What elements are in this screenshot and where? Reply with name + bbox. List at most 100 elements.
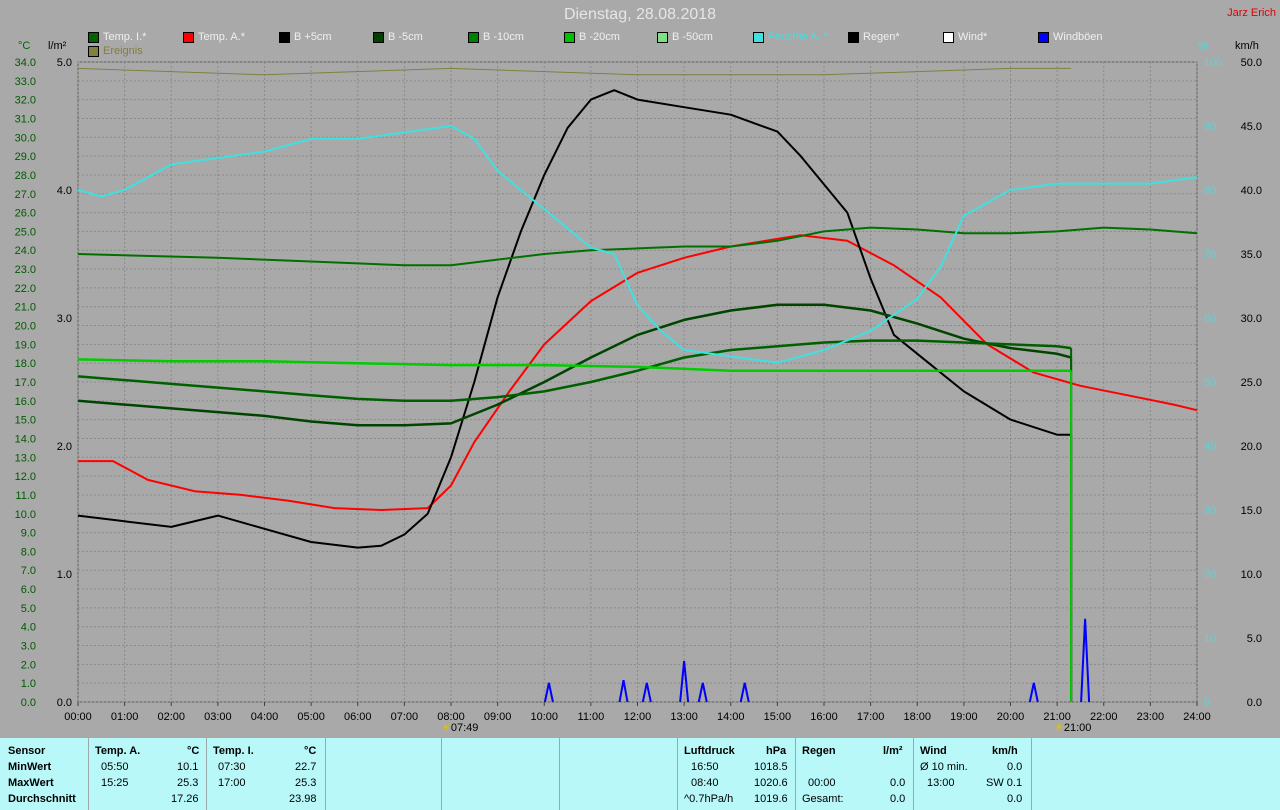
wind-tick-label: 30.0 (1241, 313, 1262, 325)
chart-title: Dienstag, 28.08.2018 (563, 6, 717, 23)
temp-tick-label: 32.0 (15, 95, 36, 107)
pressure-header: Luftdruck (684, 745, 735, 757)
temp-tick-label: 33.0 (15, 76, 36, 88)
wind-unit-label: km/h (1235, 40, 1259, 52)
temp-tick-label: 7.0 (21, 565, 36, 577)
x-tick-label: 10:00 (530, 711, 558, 723)
temp-tick-label: 12.0 (15, 471, 36, 483)
rain-total-val: 0.0 (890, 793, 906, 805)
wind-tick-label: 20.0 (1241, 441, 1262, 453)
temp-tick-label: 34.0 (15, 57, 36, 69)
legend-item: B -50cm (657, 31, 713, 43)
x-tick-label: 05:00 (297, 711, 325, 723)
x-tick-label: 11:00 (578, 711, 605, 723)
temp-tick-label: 6.0 (21, 584, 36, 596)
summary-table: Sensor MinWert MaxWert Durchschnitt Temp… (0, 738, 1280, 810)
x-tick-label: 00:00 (64, 711, 92, 723)
legend-item: Regen* (848, 31, 900, 43)
x-tick-label: 14:00 (717, 711, 745, 723)
pressure-min-time: 16:50 (691, 761, 719, 773)
series-line-b-5cm (77, 89, 1072, 549)
x-tick-label: 03:00 (204, 711, 232, 723)
temp-tick-label: 13.0 (15, 452, 36, 464)
temp-tick-label: 26.0 (15, 208, 36, 220)
rain-unit: l/m² (883, 745, 903, 757)
temp-tick-label: 17.0 (15, 377, 36, 389)
gust-spike (697, 682, 708, 703)
temp-i-min-val: 22.7 (295, 761, 317, 773)
wind-tick-label: 50.0 (1241, 57, 1262, 69)
pct-tick-label: 40 (1204, 441, 1216, 453)
legend-item: B -10cm (468, 31, 524, 43)
temp-tick-label: 23.0 (15, 264, 36, 276)
row-label-min: MinWert (8, 761, 52, 773)
temp-a-unit: °C (187, 745, 200, 757)
temp-i-header: Temp. I. (213, 745, 254, 757)
temp-tick-label: 15.0 (15, 415, 36, 427)
temp-tick-label: 29.0 (15, 151, 36, 163)
rain-time: 00:00 (808, 777, 836, 789)
wind-tick-label: 5.0 (1247, 633, 1262, 645)
gust-spike (739, 682, 750, 703)
gust-spike (1028, 682, 1039, 703)
tick-labels: 0.0 1.0 2.0 3.0 4.0 5.0 6.0 7.0 8.0 9.0 10.0 11.0 12… (15, 57, 1262, 723)
temp-tick-label: 20.0 (15, 321, 36, 333)
series-line-b-20cm (77, 358, 1072, 372)
temp-tick-label: 1.0 (21, 678, 36, 690)
pressure-min-val: 1018.5 (754, 761, 788, 773)
temp-tick-label: 22.0 (15, 283, 36, 295)
row-label-max: MaxWert (8, 777, 54, 789)
legend-swatch (657, 31, 668, 43)
legend-swatch (88, 45, 99, 57)
legend-swatch (848, 31, 859, 43)
row-label-avg: Durchschnitt (8, 793, 76, 805)
legend-label: Windböen (1053, 31, 1103, 43)
author-label: Jarz Erich (1227, 7, 1276, 19)
sensor-header: Sensor (8, 745, 46, 757)
legend-swatch (183, 31, 194, 43)
pct-tick-label: 0 (1204, 697, 1210, 709)
temp-tick-label: 25.0 (15, 226, 36, 238)
temp-tick-label: 16.0 (15, 396, 36, 408)
legend-item: Temp. A.* (183, 31, 245, 43)
pct-tick-label: 70 (1204, 249, 1216, 261)
x-tick-label: 13:00 (670, 711, 698, 723)
temp-tick-label: 27.0 (15, 189, 36, 201)
sunset-marker: ☀21:00 (1054, 722, 1092, 734)
rain-unit-label: l/m² (48, 40, 67, 52)
pressure-trend-val: 1019.6 (754, 793, 788, 805)
x-tick-label: 01:00 (111, 711, 139, 723)
x-tick-label: 07:00 (391, 711, 419, 723)
temp-i-min-time: 07:30 (218, 761, 246, 773)
sunrise-time: 07:49 (450, 722, 479, 734)
pressure-unit: hPa (766, 745, 787, 757)
wind-r3-val: 0.0 (1007, 793, 1023, 805)
pct-tick-label: 100 (1204, 57, 1222, 69)
temp-tick-label: 4.0 (21, 622, 36, 634)
pressure-max-time: 08:40 (691, 777, 719, 789)
legend-label: Temp. A.* (198, 31, 246, 43)
legend-item: Windböen (1038, 31, 1103, 43)
pressure-max-val: 1020.6 (754, 777, 788, 789)
temp-tick-label: 3.0 (21, 641, 36, 653)
x-tick-label: 12:00 (624, 711, 652, 723)
wind-tick-label: 0.0 (1247, 697, 1262, 709)
temp-tick-label: 21.0 (15, 302, 36, 314)
x-tick-label: 09:00 (484, 711, 512, 723)
wind-avg-val: 0.0 (1007, 761, 1023, 773)
temp-i-max-val: 25.3 (295, 777, 317, 789)
legend-item: Temp. I.* (88, 31, 146, 43)
temp-tick-label: 8.0 (21, 546, 36, 558)
temp-tick-label: 9.0 (21, 528, 36, 540)
temp-tick-label: 28.0 (15, 170, 36, 182)
wind-unit: km/h (992, 745, 1018, 757)
pct-tick-label: 50 (1204, 377, 1216, 389)
pct-tick-label: 80 (1204, 185, 1216, 197)
legend-swatch (753, 31, 764, 43)
wind-tick-label: 10.0 (1241, 569, 1262, 581)
pct-tick-label: 30 (1204, 505, 1216, 517)
wind-dir-val: SW 0.1 (986, 777, 1023, 789)
legend-item: Feuchte A. * (753, 31, 828, 43)
temp-a-min-time: 05:50 (101, 761, 129, 773)
temp-tick-label: 19.0 (15, 339, 36, 351)
